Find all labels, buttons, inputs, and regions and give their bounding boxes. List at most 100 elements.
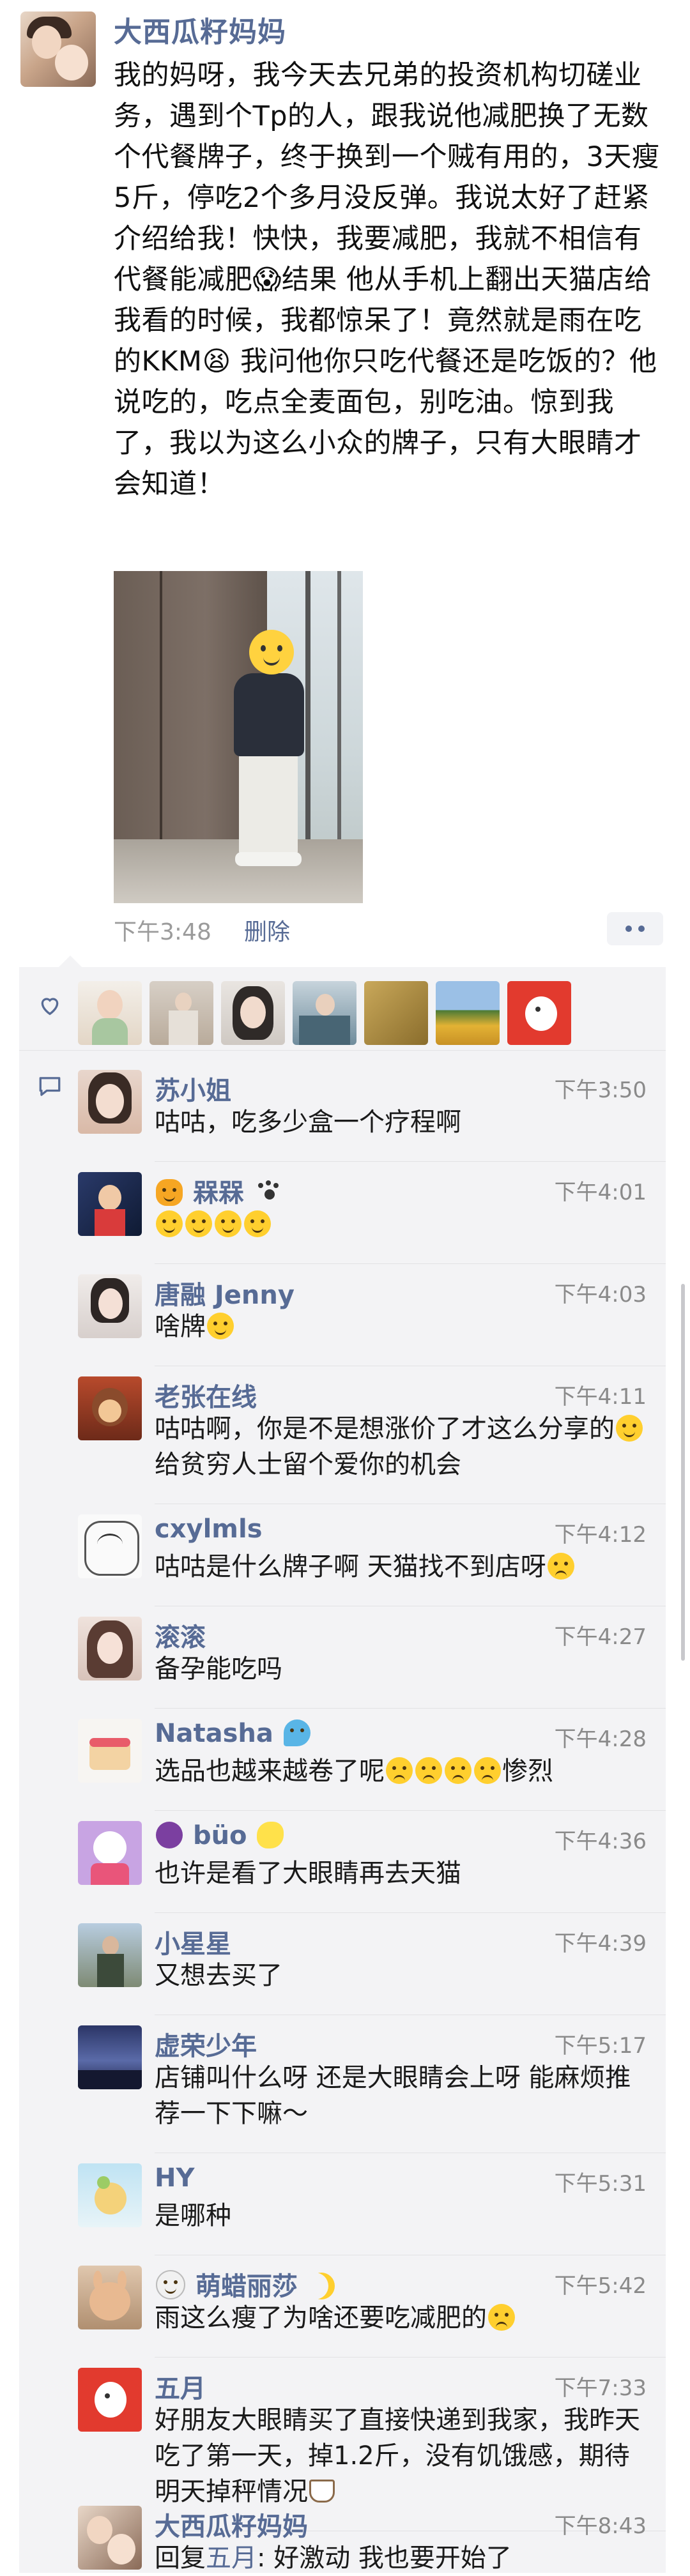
commenter-name[interactable]: 虚荣少年 — [155, 2025, 257, 2062]
interaction-panel: 苏小姐 下午3:50 咕咕，吃多少盒一个疗程啊 槑槑 下午4:01 唐融 Jen… — [19, 956, 666, 2576]
commenter-name[interactable]: 萌蜡丽莎 — [155, 2266, 336, 2303]
comment-time: 下午4:12 — [554, 1522, 647, 1548]
commenter-avatar[interactable] — [78, 1821, 142, 1885]
comment-time: 下午4:11 — [554, 1384, 647, 1410]
commenter-avatar[interactable] — [78, 1274, 142, 1338]
liker-avatar[interactable] — [150, 981, 213, 1045]
comment-item[interactable]: Natasha 下午4:28 选品也越来越卷了呢 惨烈 — [19, 1719, 666, 1811]
comment-item[interactable]: 萌蜡丽莎 下午5:42 雨这么瘦了为啥还要吃减肥的 — [19, 2266, 666, 2358]
comment-text: 啥牌 — [155, 1309, 647, 1345]
crying-face-icon — [445, 1757, 471, 1784]
comment-item[interactable]: 老张在线 下午4:11 咕咕啊，你是不是想涨价了才这么分享的给贫穷人士留个爱你的… — [19, 1376, 666, 1504]
crying-face-icon — [415, 1757, 442, 1784]
commenter-avatar[interactable] — [78, 1172, 142, 1236]
comment-item[interactable]: cxylmls 下午4:12 咕咕是什么牌子啊 天猫找不到店呀 — [19, 1514, 666, 1606]
comment-time: 下午4:01 — [554, 1180, 647, 1205]
author-name[interactable]: 大西瓜籽妈妈 — [114, 9, 286, 50]
crying-face-icon — [488, 2304, 515, 2331]
comment-time: 下午4:28 — [554, 1726, 647, 1752]
laughing-face-icon — [215, 1210, 241, 1237]
commenter-name[interactable]: 老张在线 — [155, 1376, 257, 1414]
commenter-avatar[interactable] — [78, 1719, 142, 1783]
post-time: 下午3:48 — [114, 919, 211, 945]
comment-item[interactable]: 唐融 Jenny 下午4:03 啥牌 — [19, 1274, 666, 1366]
liker-avatar[interactable] — [221, 981, 285, 1045]
commenter-avatar[interactable] — [78, 2266, 142, 2329]
delete-link[interactable]: 删除 — [244, 913, 290, 947]
commenter-name[interactable]: cxylmls — [155, 1514, 263, 1544]
comment-item[interactable]: 滚滚 下午4:27 备孕能吃吗 — [19, 1617, 666, 1709]
commenter-name[interactable]: 大西瓜籽妈妈 — [155, 2506, 308, 2543]
reply-to-name[interactable]: 五月 — [206, 2543, 257, 2573]
paw-prints-icon — [254, 1179, 281, 1206]
comment-text: 是哪种 — [155, 2201, 231, 2230]
coffee-icon — [309, 2480, 335, 2503]
commenter-name[interactable]: 小星星 — [155, 1923, 231, 1960]
commenter-avatar[interactable] — [78, 1070, 142, 1134]
comment-time: 下午5:31 — [554, 2171, 647, 2197]
commenter-avatar[interactable] — [78, 2506, 142, 2570]
rabbit-icon — [156, 2270, 185, 2299]
comment-text: 又想去买了 — [155, 1961, 282, 1990]
laughing-face-icon — [185, 1210, 212, 1237]
commenter-avatar[interactable] — [78, 1617, 142, 1680]
liker-avatar[interactable] — [436, 981, 500, 1045]
comment-item[interactable]: 虚荣少年 下午5:17 店铺叫什么呀 还是大眼睛会上呀 能麻烦推荐一下下嘛～ — [19, 2025, 666, 2153]
comment-time: 下午7:33 — [554, 2375, 647, 2401]
comment-time: 下午4:39 — [554, 1931, 647, 1956]
commenter-name[interactable]: 滚滚 — [155, 1617, 206, 1654]
crying-face-icon — [547, 1553, 574, 1580]
comment-time: 下午5:17 — [554, 2033, 647, 2059]
tiger-icon — [156, 1179, 183, 1206]
commenter-avatar[interactable] — [78, 2368, 142, 2432]
commenter-name[interactable]: 唐融 Jenny — [155, 1274, 295, 1311]
liker-avatar[interactable] — [78, 981, 142, 1045]
comment-text: 雨这么瘦了为啥还要吃减肥的 — [155, 2300, 647, 2336]
smiley-sticker-icon — [249, 630, 294, 674]
comment-time: 下午5:42 — [554, 2273, 647, 2299]
comment-item[interactable]: 大西瓜籽妈妈 下午8:43 回复五月: 好激动 我也要开始了 — [19, 2506, 666, 2576]
commenter-name[interactable]: 五月 — [155, 2368, 206, 2405]
more-actions-button[interactable] — [607, 912, 663, 945]
author-avatar[interactable] — [20, 11, 96, 87]
commenter-name[interactable]: büo — [155, 1821, 285, 1850]
comment-time: 下午8:43 — [554, 2513, 647, 2539]
comment-item[interactable]: büo 下午4:36 也许是看了大眼睛再去天猫 — [19, 1821, 666, 1913]
comment-time: 下午3:50 — [554, 1078, 647, 1103]
comment-item[interactable]: HY 下午5:31 是哪种 — [19, 2163, 666, 2255]
liker-avatar[interactable] — [507, 981, 571, 1045]
commenter-avatar[interactable] — [78, 1923, 142, 1987]
comment-text: 回复五月: 好激动 我也要开始了 — [155, 2543, 512, 2573]
scrollbar[interactable] — [681, 1284, 685, 1661]
comment-time: 下午4:27 — [554, 1624, 647, 1650]
liker-avatar[interactable] — [364, 981, 428, 1045]
smirk-face-icon — [616, 1415, 643, 1442]
comment-item[interactable]: 小星星 下午4:39 又想去买了 — [19, 1923, 666, 2015]
heart-icon — [41, 998, 59, 1016]
commenter-name[interactable]: 槑槑 — [155, 1172, 282, 1209]
comment-text: 备孕能吃吗 — [155, 1654, 282, 1684]
likes-row — [19, 967, 666, 1051]
comment-text — [155, 1207, 647, 1242]
crying-face-icon — [474, 1757, 501, 1784]
comment-time: 下午4:36 — [554, 1829, 647, 1854]
commenter-avatar[interactable] — [78, 2025, 142, 2089]
commenter-name[interactable]: HY — [155, 2163, 194, 2193]
commenter-name[interactable]: 苏小姐 — [155, 1070, 231, 1107]
thinking-face-icon — [207, 1313, 234, 1339]
comment-item[interactable]: 苏小姐 下午3:50 咕咕，吃多少盒一个疗程啊 — [19, 1070, 666, 1162]
comment-item[interactable]: 槑槑 下午4:01 — [19, 1172, 666, 1264]
commenter-avatar[interactable] — [78, 1376, 142, 1440]
comment-text: 选品也越来越卷了呢 惨烈 — [155, 1757, 553, 1786]
post-photo[interactable] — [114, 571, 363, 903]
post-text: 我的妈呀，我今天去兄弟的投资机构切磋业务，遇到个Tp的人，跟我说他减肥换了无数个… — [114, 59, 660, 500]
dolphin-icon — [283, 1719, 310, 1746]
comment-time: 下午4:03 — [554, 1282, 647, 1307]
crying-face-icon — [386, 1757, 413, 1784]
comment-text: 咕咕是什么牌子啊 天猫找不到店呀 — [155, 1549, 647, 1585]
commenter-avatar[interactable] — [78, 2163, 142, 2227]
commenter-name[interactable]: Natasha — [155, 1719, 312, 1748]
commenter-avatar[interactable] — [78, 1514, 142, 1578]
liker-avatar[interactable] — [293, 981, 356, 1045]
moon-icon — [308, 2273, 335, 2299]
